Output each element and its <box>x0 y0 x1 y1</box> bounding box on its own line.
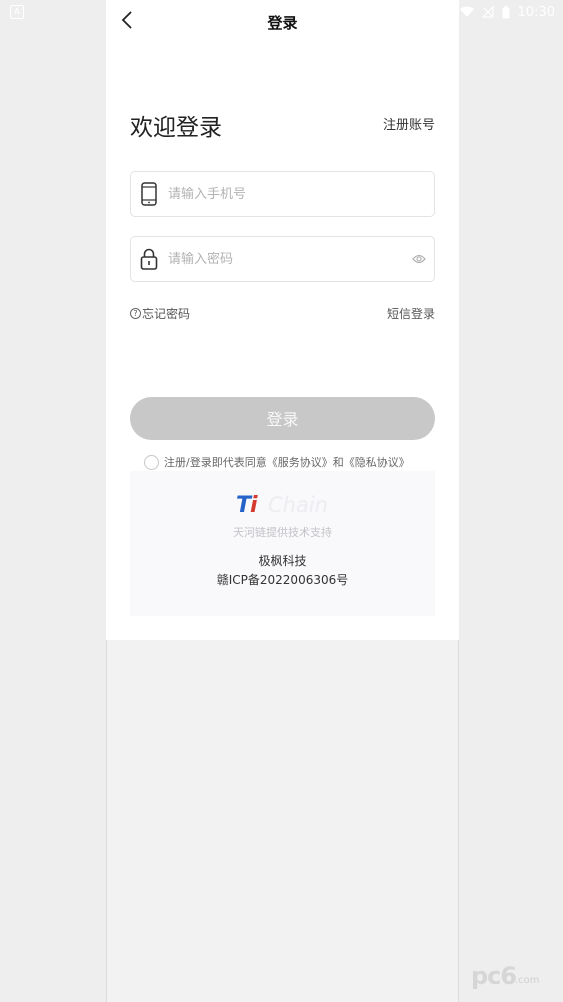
question-icon: ? <box>130 308 141 319</box>
wifi-icon <box>459 6 474 17</box>
status-icons: 10:30 <box>459 3 555 21</box>
password-input[interactable] <box>168 237 398 281</box>
agreement-row: 注册/登录即代表同意《服务协议》和《隐私协议》 <box>144 454 410 470</box>
watermark-text: pc6 <box>471 962 517 990</box>
login-button[interactable]: 登录 <box>130 397 435 440</box>
forgot-password-label: 忘记密码 <box>142 307 191 321</box>
tech-support-card: Ti Chain 天河链提供技术支持 极枫科技 赣ICP备2022006306号 <box>130 471 435 616</box>
signal-off-icon <box>481 6 494 18</box>
mobile-phone-icon <box>141 182 157 206</box>
company-name: 极枫科技 <box>258 554 307 568</box>
agreement-checkbox[interactable] <box>144 454 159 470</box>
status-time: 10:30 <box>517 4 555 20</box>
sms-login-link[interactable]: 短信登录 <box>387 305 435 322</box>
register-link[interactable]: 注册账号 <box>383 114 435 133</box>
watermark-suffix: .com <box>515 975 540 986</box>
eye-icon[interactable] <box>412 253 426 265</box>
phone-field[interactable] <box>130 171 435 217</box>
forgot-password-link[interactable]: ? 忘记密码 <box>130 305 190 322</box>
agreement-text[interactable]: 注册/登录即代表同意《服务协议》和《隐私协议》 <box>164 454 410 470</box>
tichain-logo: Ti Chain <box>236 493 336 519</box>
logo-ti: Ti <box>236 493 257 518</box>
pc6-watermark: pc6 .com <box>471 962 551 990</box>
support-text: 天河链提供技术支持 <box>233 526 332 539</box>
login-screen: 登录 欢迎登录 注册账号 ? 忘记密码 短信登录 登录 注册/登录即代表同意《服… <box>106 0 459 640</box>
lock-icon <box>140 248 158 270</box>
password-field[interactable] <box>130 236 435 282</box>
logo-chain: Chain <box>268 493 328 517</box>
welcome-heading: 欢迎登录 <box>130 115 222 141</box>
icp-number: 赣ICP备2022006306号 <box>216 573 349 587</box>
battery-icon <box>502 5 510 18</box>
notification-a-icon: A <box>10 5 24 19</box>
page-title: 登录 <box>267 14 298 32</box>
phone-input[interactable] <box>168 172 398 216</box>
